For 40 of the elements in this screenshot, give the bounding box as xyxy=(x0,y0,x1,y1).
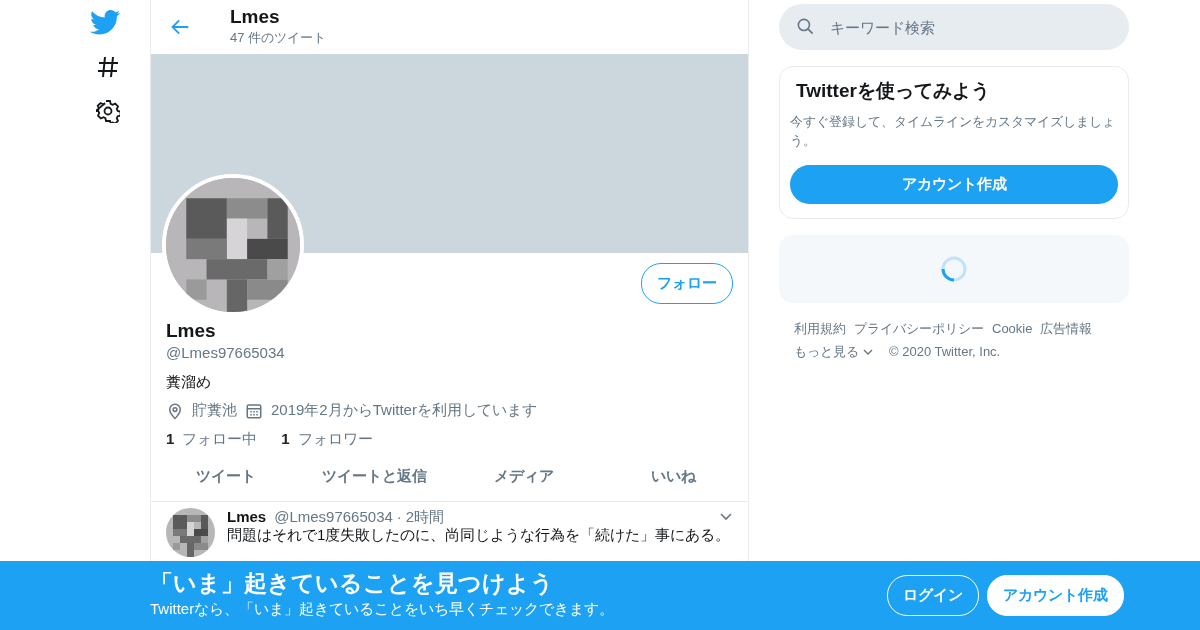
back-arrow-icon[interactable] xyxy=(170,17,190,37)
profile-tab[interactable]: メディア xyxy=(449,452,599,502)
footer-link[interactable]: 利用規約 xyxy=(794,316,846,340)
settings-icon[interactable] xyxy=(96,99,120,123)
join-date: 2019年2月からTwitterを利用しています xyxy=(271,400,537,421)
user-handle: @Lmes97665034 xyxy=(166,343,286,364)
hashtag-icon[interactable] xyxy=(96,55,120,79)
tweet-count: 47 件のツイート xyxy=(230,28,327,47)
create-account-button[interactable]: アカウント作成 xyxy=(790,164,1118,204)
card-text: 今すぐ登録して、タイムラインをカスタマイズしましょう。 xyxy=(790,112,1116,150)
copyright-text: © 2020 Twitter, Inc. xyxy=(889,342,1001,361)
signup-button[interactable]: アカウント作成 xyxy=(987,575,1124,616)
calendar-icon xyxy=(245,401,263,420)
banner-title: 「いま」起きていることを見つけよう xyxy=(150,570,555,599)
bio-text: 糞溜め xyxy=(166,371,212,392)
banner-text: Twitterなら、「いま」起きていることをいち早くチェックできます。 xyxy=(150,599,615,620)
following-link[interactable]: 1 フォロー中 xyxy=(166,427,258,451)
followers-link[interactable]: 1 フォロワー xyxy=(281,427,373,451)
tweet-time[interactable]: 2時間 xyxy=(405,508,445,527)
search-field[interactable]: キーワード検索 xyxy=(779,4,1129,50)
profile-title: Lmes xyxy=(230,6,281,28)
location-pin-icon xyxy=(166,401,184,420)
more-link[interactable]: もっと見る xyxy=(794,339,873,364)
profile-tab[interactable]: ツイート xyxy=(151,452,301,502)
tweet-text: 問題はそれで1度失敗したのに、尚同じような行為を「続けた」事にある。 xyxy=(227,526,732,545)
follow-button[interactable]: フォロー xyxy=(641,263,733,304)
display-name: Lmes xyxy=(166,319,217,343)
card-title: Twitterを使ってみよう xyxy=(795,79,991,103)
location-text: 貯糞池 xyxy=(192,400,237,421)
footer-link[interactable]: Cookie xyxy=(992,316,1033,340)
footer-link[interactable]: プライバシーポリシー xyxy=(854,316,984,340)
profile-tab[interactable]: ツイートと返信 xyxy=(300,452,450,502)
footer-link[interactable]: 広告情報 xyxy=(1040,316,1093,340)
separator-dot: · xyxy=(396,508,402,527)
loading-spinner-icon xyxy=(941,255,967,282)
tweet-handle: @Lmes97665034 xyxy=(274,508,393,527)
bird-icon[interactable] xyxy=(90,10,120,35)
tweet-author: Lmes xyxy=(227,508,267,527)
login-button[interactable]: ログイン xyxy=(887,575,979,616)
profile-tab[interactable]: いいね xyxy=(598,452,748,502)
